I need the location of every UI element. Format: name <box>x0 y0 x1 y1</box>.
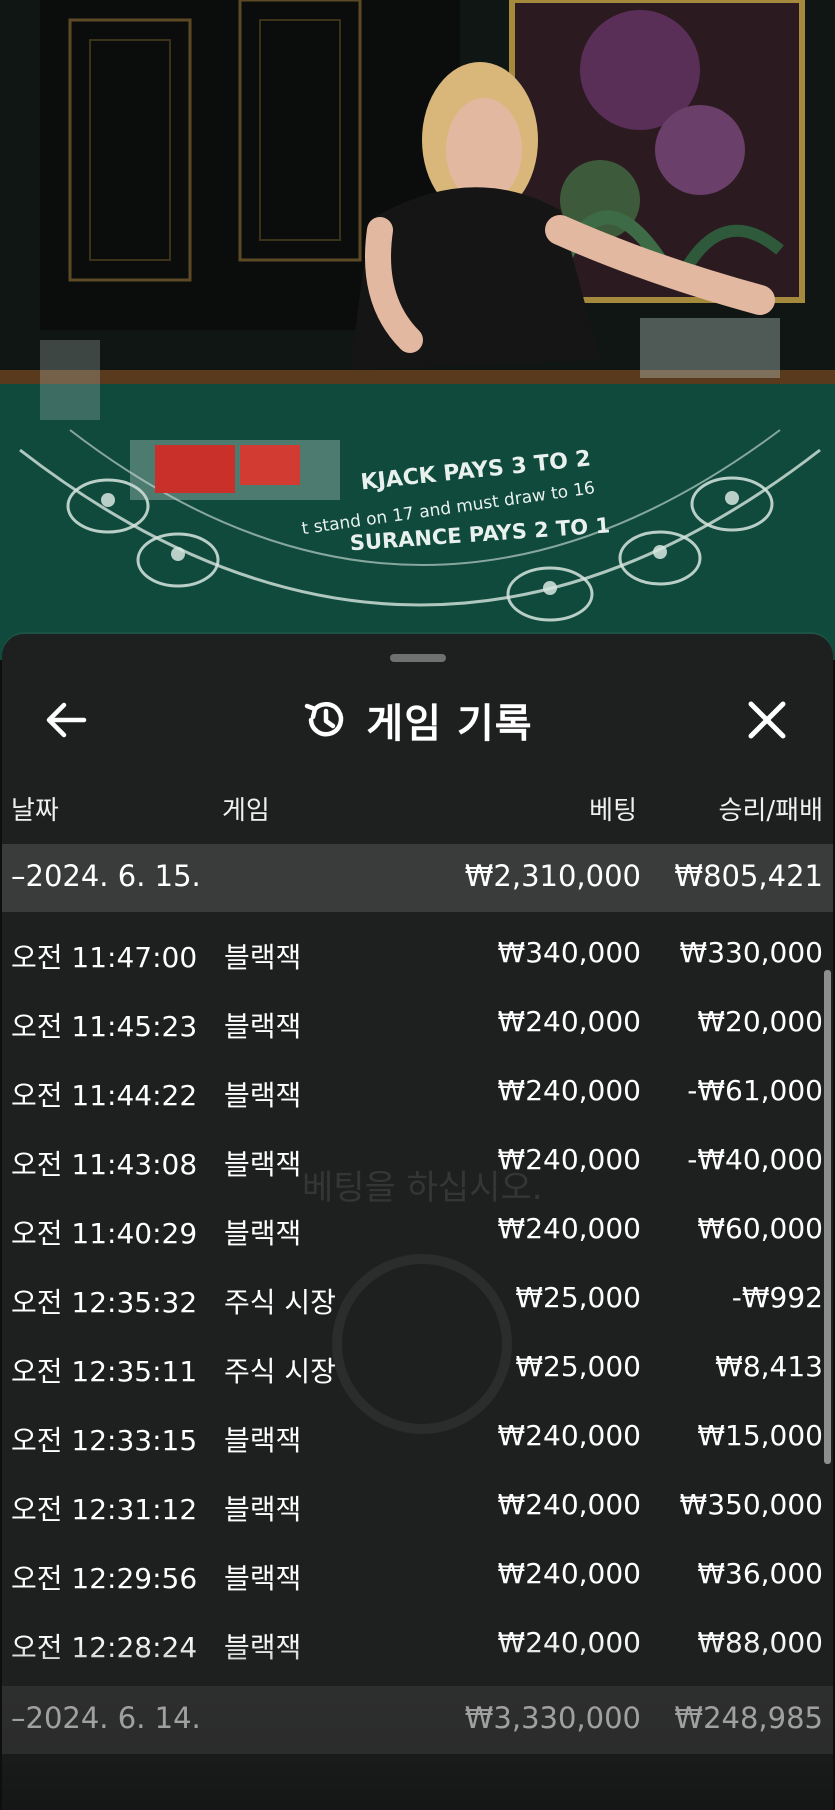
row-game: 블랙잭 <box>224 1079 302 1112</box>
row-result: ₩36,000 <box>697 1557 823 1590</box>
column-result: 승리/패배 <box>718 796 823 826</box>
group-total-bet: ₩2,310,000 <box>464 859 641 893</box>
row-result: ₩8,413 <box>715 1350 823 1383</box>
row-bet: ₩240,000 <box>497 1557 641 1590</box>
sheet-header: 게임 기록 <box>2 678 833 762</box>
row-bet: ₩240,000 <box>497 1626 641 1659</box>
row-result: -₩40,000 <box>687 1143 823 1176</box>
row-game: 블랙잭 <box>224 1493 302 1526</box>
table-row[interactable]: 오전 11:43:08 블랙잭 ₩240,000 -₩40,000 <box>2 1127 833 1196</box>
table-row[interactable]: 오전 12:35:32 주식 시장 ₩25,000 -₩992 <box>2 1265 833 1334</box>
row-bet: ₩340,000 <box>497 936 641 969</box>
row-bet: ₩25,000 <box>515 1281 641 1314</box>
row-game: 주식 시장 <box>224 1286 336 1319</box>
row-result: ₩60,000 <box>697 1212 823 1245</box>
live-dealer-video: KJACK PAYS 3 TO 2 t stand on 17 and must… <box>0 0 835 660</box>
row-time: 오전 12:35:32 <box>11 1286 198 1319</box>
row-result: ₩15,000 <box>697 1419 823 1452</box>
table-row[interactable]: 오전 11:40:29 블랙잭 ₩240,000 ₩60,000 <box>2 1196 833 1265</box>
row-game: 블랙잭 <box>224 1631 302 1664</box>
column-bet: 베팅 <box>589 796 637 826</box>
row-time: 오전 12:35:11 <box>11 1355 198 1388</box>
row-game: 블랙잭 <box>224 1148 302 1181</box>
row-game: 블랙잭 <box>224 1562 302 1595</box>
row-bet: ₩240,000 <box>497 1074 641 1107</box>
row-game: 블랙잭 <box>224 1010 302 1043</box>
group-date: –2024. 6. 14. <box>11 1701 201 1735</box>
blackjack-table-scene: KJACK PAYS 3 TO 2 t stand on 17 and must… <box>0 0 835 660</box>
row-bet: ₩240,000 <box>497 1488 641 1521</box>
row-result: -₩61,000 <box>687 1074 823 1107</box>
sheet-title: 게임 기록 <box>366 701 533 747</box>
group-date: –2024. 6. 15. <box>11 859 201 893</box>
row-result: ₩350,000 <box>679 1488 823 1521</box>
row-time: 오전 11:45:23 <box>11 1010 198 1043</box>
row-game: 블랙잭 <box>224 1217 302 1250</box>
table-row[interactable]: 오전 12:28:24 블랙잭 ₩240,000 ₩88,000 <box>2 1610 833 1679</box>
row-time: 오전 11:40:29 <box>11 1217 198 1250</box>
column-game: 게임 <box>222 796 270 826</box>
column-date: 날짜 <box>11 796 59 826</box>
close-icon <box>748 701 786 739</box>
table-row[interactable]: 오전 11:44:22 블랙잭 ₩240,000 -₩61,000 <box>2 1058 833 1127</box>
close-button[interactable] <box>738 694 796 746</box>
date-group-row[interactable]: –2024. 6. 15. ₩2,310,000 ₩805,421 <box>2 844 833 912</box>
history-table: –2024. 6. 15. ₩2,310,000 ₩805,421 오전 11:… <box>2 844 833 1679</box>
game-history-sheet: 베팅을 하십시오. 게임 기록 날짜 게임 베팅 승리/패배 –2024. 6.… <box>2 634 833 1810</box>
row-result: ₩88,000 <box>697 1626 823 1659</box>
row-result: ₩20,000 <box>697 1005 823 1038</box>
row-time: 오전 11:44:22 <box>11 1079 198 1112</box>
table-row[interactable]: 오전 11:45:23 블랙잭 ₩240,000 ₩20,000 <box>2 989 833 1058</box>
row-bet: ₩240,000 <box>497 1005 641 1038</box>
table-row[interactable]: 오전 12:35:11 주식 시장 ₩25,000 ₩8,413 <box>2 1334 833 1403</box>
group-total-result: ₩248,985 <box>674 1701 823 1735</box>
table-row[interactable]: 오전 12:29:56 블랙잭 ₩240,000 ₩36,000 <box>2 1541 833 1610</box>
row-game: 블랙잭 <box>224 941 302 974</box>
row-game: 블랙잭 <box>224 1424 302 1457</box>
scrollbar[interactable] <box>824 970 831 1464</box>
group-total-result: ₩805,421 <box>674 859 823 893</box>
row-time: 오전 12:31:12 <box>11 1493 198 1526</box>
row-result: ₩330,000 <box>679 936 823 969</box>
row-bet: ₩240,000 <box>497 1143 641 1176</box>
row-time: 오전 12:29:56 <box>11 1562 198 1595</box>
history-icon <box>305 701 344 737</box>
date-group-row[interactable]: –2024. 6. 14. ₩3,330,000 ₩248,985 <box>2 1686 833 1754</box>
row-bet: ₩240,000 <box>497 1419 641 1452</box>
row-result: -₩992 <box>731 1281 823 1314</box>
row-time: 오전 11:43:08 <box>11 1148 198 1181</box>
row-time: 오전 11:47:00 <box>11 941 198 974</box>
row-time: 오전 12:28:24 <box>11 1631 198 1664</box>
group-total-bet: ₩3,330,000 <box>464 1701 641 1735</box>
table-header: 날짜 게임 베팅 승리/패배 <box>2 778 833 834</box>
row-bet: ₩240,000 <box>497 1212 641 1245</box>
table-row[interactable]: 오전 12:33:15 블랙잭 ₩240,000 ₩15,000 <box>2 1403 833 1472</box>
row-game: 주식 시장 <box>224 1355 336 1388</box>
row-bet: ₩25,000 <box>515 1350 641 1383</box>
drag-handle[interactable] <box>390 654 446 662</box>
row-time: 오전 12:33:15 <box>11 1424 198 1457</box>
table-row[interactable]: 오전 12:31:12 블랙잭 ₩240,000 ₩350,000 <box>2 1472 833 1541</box>
table-row[interactable]: 오전 11:47:00 블랙잭 ₩340,000 ₩330,000 <box>2 920 833 989</box>
